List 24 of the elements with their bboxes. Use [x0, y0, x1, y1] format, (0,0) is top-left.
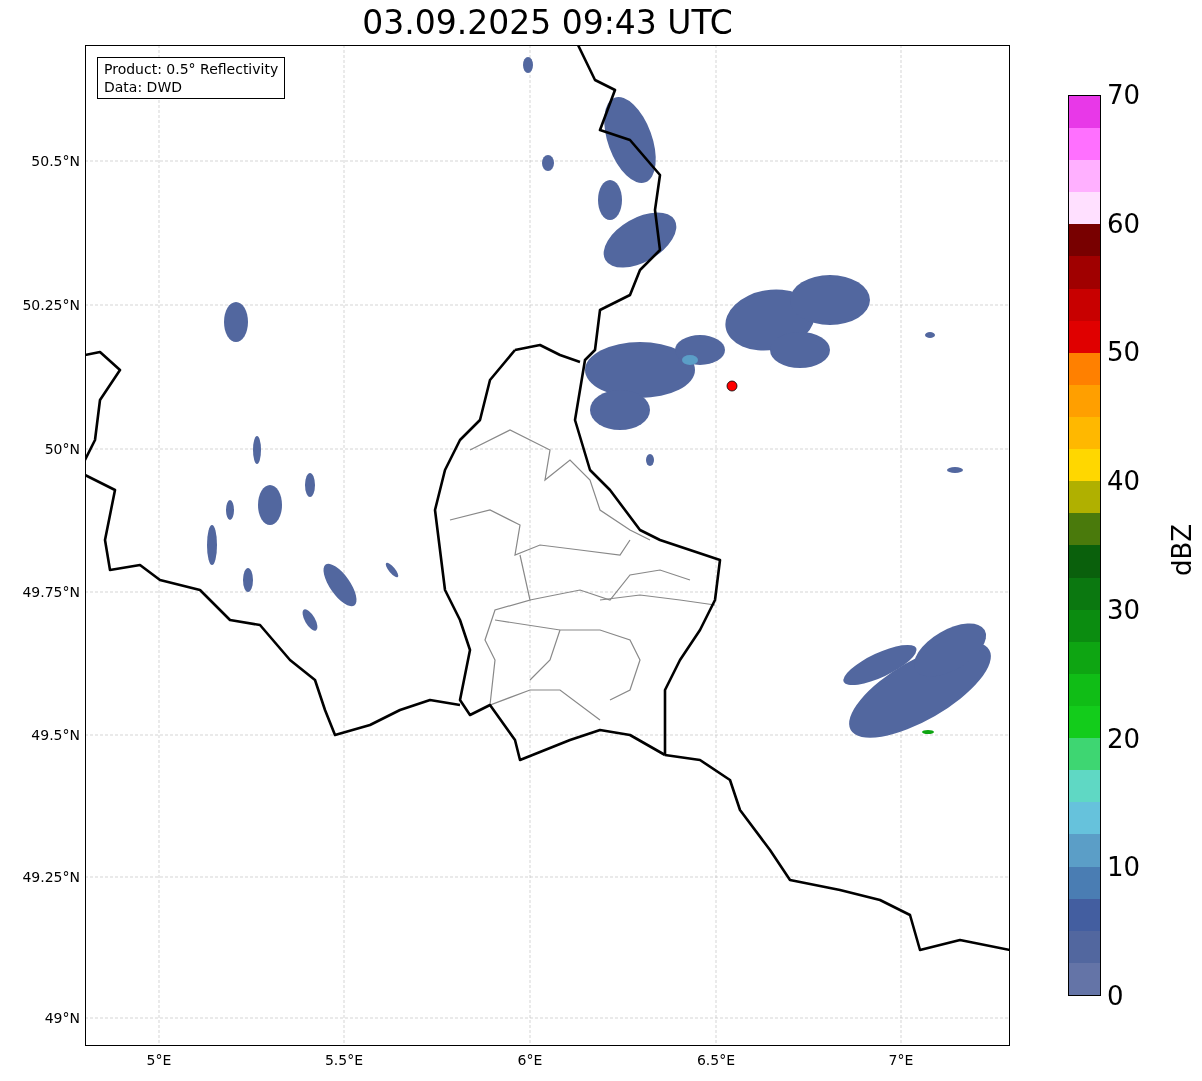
colorbar-tick-label: 10 — [1107, 852, 1141, 883]
latitude-label: 50°N — [44, 441, 80, 457]
colorbar-label: dBZ — [1166, 522, 1198, 579]
latitude-label: 49.25°N — [22, 869, 80, 885]
legend-text: Product: 0.5° Reflectivity — [104, 60, 279, 78]
latitude-label: 49.75°N — [22, 584, 80, 600]
latitude-label: 50.25°N — [22, 297, 80, 313]
colorbar-tick-label: 70 — [1107, 80, 1141, 110]
colorbar-tick-label: 20 — [1107, 723, 1141, 754]
longitude-label: 5°E — [145, 1052, 173, 1068]
longitude-label: 7°E — [887, 1052, 915, 1068]
colorbar-tick-label: 0 — [1107, 981, 1124, 1011]
longitude-label: 6°E — [516, 1052, 544, 1068]
latitude-label: 50.5°N — [31, 153, 80, 169]
colorbar-tick-label: 30 — [1107, 594, 1141, 625]
longitude-label: 5.5°E — [323, 1052, 365, 1068]
latitude-label: 49°N — [44, 1010, 80, 1026]
latitude-label: 49.5°N — [31, 727, 80, 743]
chart-title: 03.09.2025 09:43 UTC — [361, 3, 734, 43]
colorbar-tick-label: 40 — [1107, 466, 1141, 497]
colorbar-tick-label: 60 — [1107, 208, 1141, 239]
colorbar-tick-label: 50 — [1107, 337, 1141, 368]
legend-text: Data: DWD — [104, 78, 183, 96]
longitude-label: 6.5°E — [695, 1052, 737, 1068]
